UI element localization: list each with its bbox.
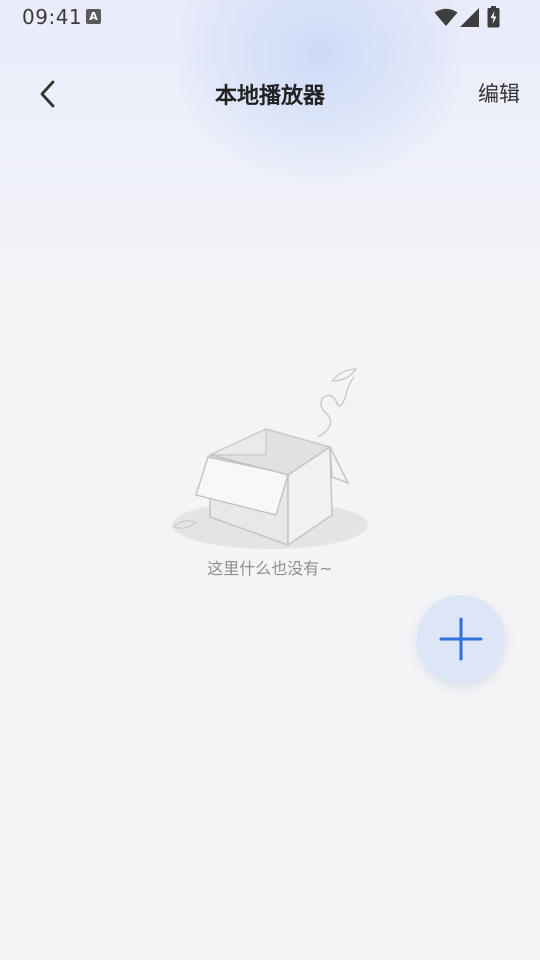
add-button[interactable] [417, 595, 505, 683]
page-title: 本地播放器 [214, 84, 325, 109]
cell-signal-icon [460, 8, 479, 27]
notification-a-icon: A [86, 9, 101, 24]
local-player-screen: 09:41 A 本地播放器 编辑 这里什么也没有~ [0, 0, 540, 960]
app-bar: 本地播放器 编辑 [0, 58, 540, 128]
battery-charging-icon [487, 6, 500, 28]
edit-button[interactable]: 编辑 [478, 78, 520, 108]
wifi-icon [434, 8, 458, 26]
empty-state: 这里什么也没有~ [170, 365, 370, 580]
empty-message: 这里什么也没有~ [207, 559, 333, 578]
empty-box-icon [172, 368, 368, 549]
plus-icon [439, 617, 483, 661]
status-bar: 09:41 A [0, 0, 540, 34]
status-time: 09:41 [22, 5, 83, 29]
